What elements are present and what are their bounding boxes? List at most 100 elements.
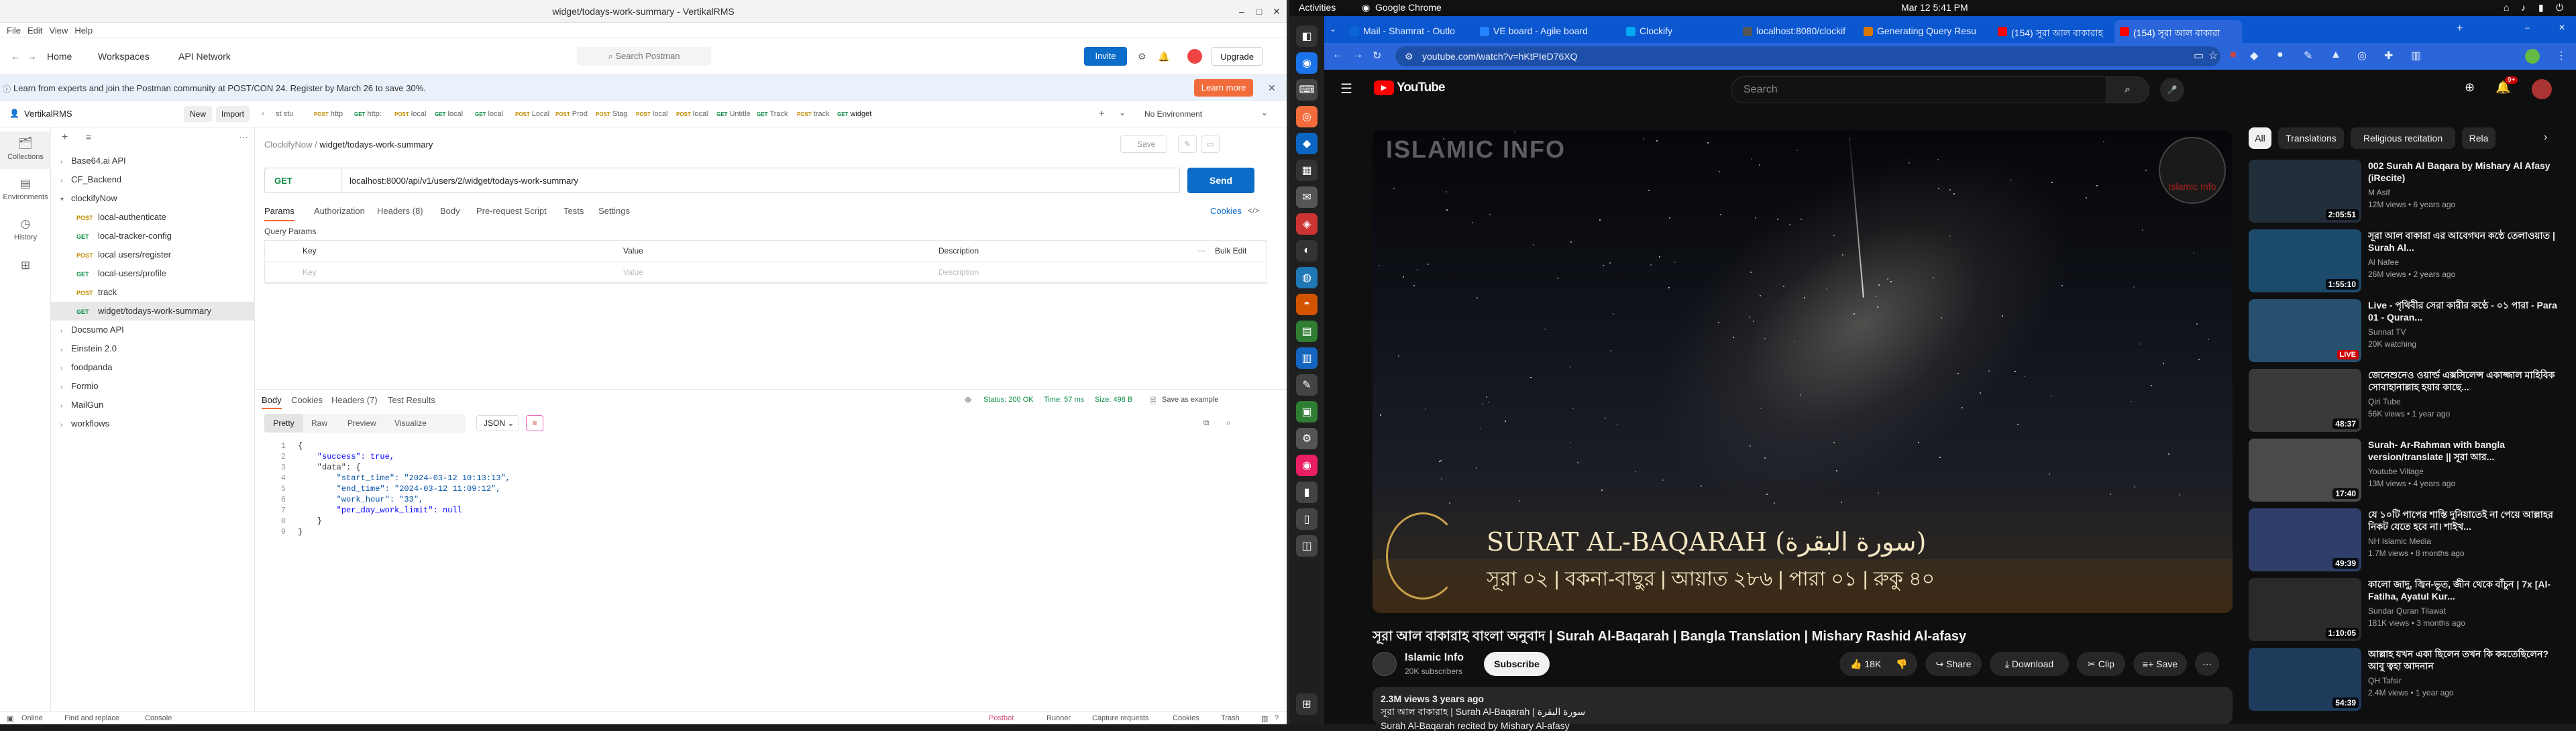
request-item[interactable]: POST local-authenticate xyxy=(51,208,255,227)
docs-icon[interactable]: ▭ xyxy=(1201,135,1220,153)
extensions-puzzle-icon[interactable]: ✚ xyxy=(2384,49,2393,62)
collection-folder[interactable]: › Base64.ai API xyxy=(51,152,255,170)
postman-icon[interactable]: ◎ xyxy=(1296,106,1318,127)
clock[interactable]: Mar 12 5:41 PM xyxy=(1901,2,1968,13)
extension-icon[interactable]: ■ xyxy=(2230,49,2237,61)
rec-title[interactable]: যে ১০টি পাপের শাস্তি দুনিয়াতেই না পেয়ে… xyxy=(2368,508,2559,532)
browser-tab[interactable]: Clockify xyxy=(1621,20,1735,43)
channel-avatar[interactable] xyxy=(1373,652,1397,676)
network-icon[interactable]: ⌂ xyxy=(2504,2,2509,13)
chevron-right-icon[interactable]: › xyxy=(60,416,71,435)
rec-title[interactable]: 002 Surah Al Baqara by Mishary Al Afasy … xyxy=(2368,160,2559,184)
browser-tab[interactable]: (154) সূরা আল বাকারাহ xyxy=(1992,20,2112,43)
resp-tab-tests[interactable]: Test Results xyxy=(388,395,435,405)
nav-api-network[interactable]: API Network xyxy=(178,51,231,62)
resp-tab-headers[interactable]: Headers (7) xyxy=(331,395,378,405)
clip-button[interactable]: ✂ Clip xyxy=(2077,652,2125,676)
address-bar[interactable]: ⚙ youtube.com/watch?v=hKtPIeD76XQ xyxy=(1395,46,2220,66)
rec-title[interactable]: কালো জাদু, জ্বিন-ভূত, জীন থেকে বাঁচুন | … xyxy=(2368,578,2559,602)
close-banner-icon[interactable]: ✕ xyxy=(1268,82,1276,94)
breadcrumb-parent[interactable]: ClockifyNow xyxy=(264,139,313,150)
request-tab[interactable]: POST Prod xyxy=(555,110,588,118)
response-body[interactable]: 1{2 "success": true, 3 "data": {4 "start_… xyxy=(264,441,1267,575)
reload-icon[interactable]: ↻ xyxy=(1373,49,1381,62)
extension-icon[interactable]: ▲ xyxy=(2330,49,2341,61)
environment-select[interactable]: No Environment xyxy=(1144,109,1202,119)
back-icon[interactable]: ← xyxy=(11,51,21,62)
spreadsheet-icon[interactable]: ▤ xyxy=(1296,321,1318,342)
volume-icon[interactable]: ♪ xyxy=(2521,2,2526,13)
video-thumbnail[interactable]: 48:37 xyxy=(2249,369,2361,432)
video-thumbnail[interactable]: LIVE xyxy=(2249,299,2361,362)
request-tab[interactable]: GET Untitle xyxy=(716,110,751,118)
tab-authorization[interactable]: Authorization xyxy=(314,206,365,216)
invite-button[interactable]: Invite xyxy=(1084,47,1127,66)
files-icon[interactable]: ◧ xyxy=(1296,25,1318,47)
search-icon[interactable]: ⌕ xyxy=(2106,76,2149,103)
vscode-icon[interactable]: ◆ xyxy=(1296,133,1318,154)
request-item[interactable]: GET local-tracker-config xyxy=(51,227,255,245)
request-tab[interactable]: GET http: xyxy=(354,110,382,118)
extension-icon[interactable]: ● xyxy=(2277,49,2284,61)
battery-icon[interactable]: ▮ xyxy=(2538,2,2544,13)
recommended-video[interactable]: 48:37 জেনেশুনেও ওয়ার্ল্ড এক্সসিলেন্স একা… xyxy=(2249,369,2564,433)
editor-icon[interactable]: ✎ xyxy=(1296,374,1318,396)
request-tab[interactable]: POST http xyxy=(314,110,343,118)
activities-button[interactable]: Activities xyxy=(1299,2,1336,13)
rec-channel[interactable]: Qiri Tube xyxy=(2368,397,2401,406)
app-icon[interactable]: ◉ xyxy=(1296,455,1318,476)
chevron-right-icon[interactable]: › xyxy=(60,172,71,190)
request-tab[interactable]: POST local xyxy=(394,110,426,118)
more-icon[interactable]: ⋯ xyxy=(1197,246,1205,256)
tab-scroll-left-icon[interactable]: ‹ xyxy=(262,109,264,118)
view-pretty[interactable]: Pretty xyxy=(264,414,303,433)
recommended-video[interactable]: 1:10:05 কালো জাদু, জ্বিন-ভূত, জীন থেকে বা… xyxy=(2249,578,2564,642)
app-icon[interactable]: ▯ xyxy=(1296,508,1318,530)
collection-folder[interactable]: ▾ clockifyNow xyxy=(51,189,255,208)
resp-tab-cookies[interactable]: Cookies xyxy=(291,395,323,405)
console-link[interactable]: Console xyxy=(145,714,172,722)
request-item[interactable]: POST track xyxy=(51,283,255,302)
browser-tab[interactable]: (154) সূরা আল বাকারা xyxy=(2114,20,2242,43)
app-icon[interactable]: ▮ xyxy=(1296,482,1318,503)
tab-headers[interactable]: Headers (8) xyxy=(377,206,423,216)
youtube-logo-icon[interactable]: ▶ xyxy=(1374,80,1394,95)
rec-channel[interactable]: Sundar Quran Tilawat xyxy=(2368,606,2446,616)
rec-title[interactable]: জেনেশুনেও ওয়ার্ল্ড এক্সসিলেন্স একাজ্জাল… xyxy=(2368,369,2559,393)
layout-icon[interactable]: ▥ xyxy=(1261,714,1268,723)
more-icon[interactable]: ⋯ xyxy=(239,131,248,143)
extension-icon[interactable]: ◎ xyxy=(2357,49,2367,62)
request-tab[interactable]: GET Track xyxy=(757,110,788,118)
cookies-link[interactable]: Cookies xyxy=(1210,206,1242,216)
show-apps-icon[interactable]: ⊞ xyxy=(1296,693,1318,715)
tab-menu-icon[interactable]: ⌄ xyxy=(1119,108,1126,117)
recommended-video[interactable]: 49:39 যে ১০টি পাপের শাস্তি দুনিয়াতেই না … xyxy=(2249,508,2564,573)
import-button[interactable]: Import xyxy=(216,106,250,122)
breadcrumb-current[interactable]: widget/todays-work-summary xyxy=(319,139,433,150)
mail-icon[interactable]: ✉ xyxy=(1296,186,1318,208)
browser-tab[interactable]: Mail - Shamrat - Outlo xyxy=(1344,20,1472,43)
tab-settings[interactable]: Settings xyxy=(598,206,630,216)
video-player[interactable]: ISLAMIC INFO Islamic Info SURAT AL-BAQAR… xyxy=(1373,130,2233,613)
trash-link[interactable]: Trash xyxy=(1221,714,1240,722)
rec-title[interactable]: আল্লাহ যখন একা ছিলেন তখন কি করতেছিলেন? আ… xyxy=(2368,648,2559,672)
bookmark-star-icon[interactable]: ☆ xyxy=(2208,49,2218,62)
capture-link[interactable]: Capture requests xyxy=(1092,714,1148,722)
help-icon[interactable]: ? xyxy=(1275,714,1279,722)
rec-channel[interactable]: Youtube Village xyxy=(2368,467,2424,476)
rec-channel[interactable]: QH Tafsir xyxy=(2368,676,2402,685)
account-avatar[interactable] xyxy=(2532,79,2552,99)
view-visualize[interactable]: Visualize xyxy=(394,418,427,428)
workspace-name[interactable]: VertikalRMS xyxy=(24,109,72,119)
new-tab-icon[interactable]: + xyxy=(2457,23,2463,35)
rec-title[interactable]: Surah- Ar-Rahman with bangla version/tra… xyxy=(2368,439,2559,463)
value-input[interactable]: Value xyxy=(623,268,643,277)
method-select[interactable]: GET xyxy=(264,168,341,193)
cookies-status-link[interactable]: Cookies xyxy=(1173,714,1199,722)
video-thumbnail[interactable]: 17:40 xyxy=(2249,439,2361,502)
back-icon[interactable]: ← xyxy=(1332,49,1343,61)
runner-link[interactable]: Runner xyxy=(1046,714,1071,722)
power-icon[interactable]: ⏻ xyxy=(2556,2,2563,13)
resp-tab-body[interactable]: Body xyxy=(262,395,282,409)
menu-file[interactable]: File xyxy=(7,25,21,36)
